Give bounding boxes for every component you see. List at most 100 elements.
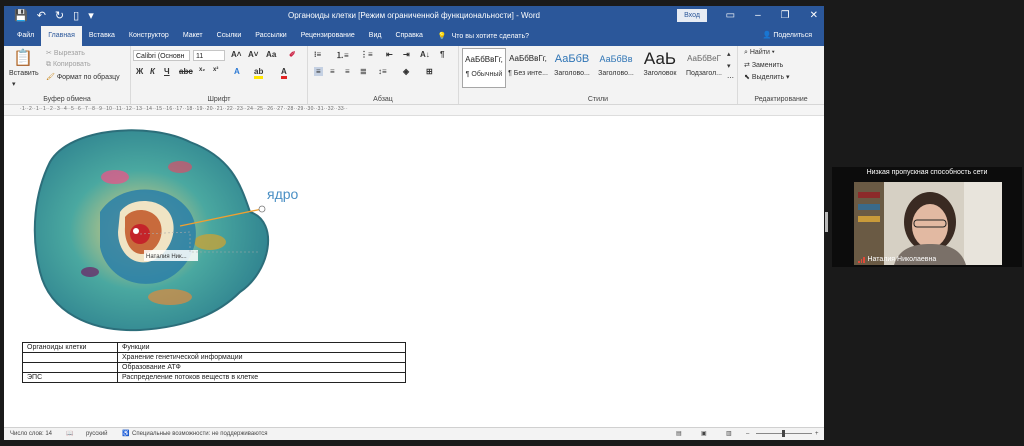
participant-label: Наталия Николаевна bbox=[858, 256, 936, 263]
style-subtitle[interactable]: АаБбВеГ Подзагол... bbox=[683, 48, 725, 86]
bold-icon[interactable]: Ж bbox=[136, 67, 143, 76]
format-painter-button[interactable]: 🖌 Формат по образцу bbox=[46, 73, 120, 81]
horizontal-ruler[interactable]: ·1··2··1··1··2··3··4··5··6··7··8··9··10·… bbox=[4, 105, 824, 116]
accessibility-icon[interactable]: ♿ bbox=[122, 428, 129, 440]
align-right-icon[interactable]: ≡ bbox=[345, 67, 350, 76]
zoom-slider-thumb[interactable] bbox=[782, 430, 785, 437]
decrease-indent-icon[interactable]: ⇤ bbox=[386, 50, 393, 59]
align-left-icon[interactable]: ≡ bbox=[314, 67, 323, 76]
font-color-icon[interactable]: A bbox=[281, 67, 287, 79]
brush-icon: 🖌 bbox=[46, 74, 57, 81]
subscript-icon[interactable]: x₂ bbox=[199, 67, 205, 73]
window-controls: ▭ – ❐ ✕ bbox=[726, 9, 818, 23]
superscript-icon[interactable]: x² bbox=[213, 67, 218, 73]
table-cell[interactable]: Распределение потоков веществ в клетке bbox=[117, 372, 406, 383]
cut-label: Вырезать bbox=[53, 50, 85, 57]
table-cell[interactable]: Образование АТФ bbox=[117, 362, 406, 373]
tab-review[interactable]: Рецензирование bbox=[294, 26, 362, 46]
share-button[interactable]: 👤 Поделиться bbox=[763, 26, 812, 46]
webcam-image bbox=[854, 182, 1002, 265]
tab-home[interactable]: Главная bbox=[41, 26, 82, 46]
table-cell[interactable]: Функции bbox=[117, 342, 406, 353]
word-count[interactable]: Число слов: 14 bbox=[10, 428, 52, 440]
paste-button[interactable]: Вставить bbox=[9, 70, 39, 77]
align-center-icon[interactable]: ≡ bbox=[330, 67, 335, 76]
close-icon[interactable]: ✕ bbox=[810, 9, 818, 23]
style-name: Подзагол... bbox=[685, 70, 722, 77]
proofing-icon[interactable]: 📖 bbox=[66, 428, 73, 440]
text-effects-icon[interactable]: A bbox=[234, 67, 240, 76]
tell-me-box[interactable]: 💡 Что вы хотите сделать? bbox=[430, 32, 529, 41]
paste-icon[interactable]: 📋 bbox=[13, 48, 33, 68]
scissors-icon: ✂ bbox=[46, 50, 54, 57]
bullets-icon[interactable]: ⁝≡ bbox=[314, 50, 321, 59]
multilevel-list-icon[interactable]: ⋮≡ bbox=[360, 50, 373, 59]
web-layout-icon[interactable]: ▥ bbox=[726, 428, 732, 440]
styles-scroll-down-icon[interactable]: ▾ bbox=[727, 62, 731, 70]
tab-insert[interactable]: Вставка bbox=[82, 26, 122, 46]
styles-more-icon[interactable]: ⋯ bbox=[727, 74, 734, 82]
style-no-spacing[interactable]: АаБбВвГг, ¶ Без инте... bbox=[507, 48, 549, 86]
select-button[interactable]: ⬉ Выделить ▾ bbox=[744, 73, 790, 81]
underline-icon[interactable]: Ч bbox=[164, 67, 170, 76]
clear-formatting-icon[interactable]: ✐ bbox=[289, 50, 296, 59]
zoom-in-icon[interactable]: + bbox=[815, 428, 819, 440]
change-case-icon[interactable]: Аа bbox=[266, 50, 276, 59]
style-heading-2[interactable]: АаБбВв Заголово... bbox=[595, 48, 637, 86]
document-page[interactable]: Наталия Ник... ядро Органоиды клетки Фун… bbox=[4, 116, 824, 428]
table-cell[interactable]: ЭПС bbox=[22, 372, 118, 383]
tab-references[interactable]: Ссылки bbox=[210, 26, 249, 46]
style-preview: АаБбВвГг, bbox=[509, 54, 547, 63]
sort-icon[interactable]: A↓ bbox=[420, 50, 430, 59]
style-normal[interactable]: АаБбВвГг, ¶ Обычный bbox=[462, 48, 506, 88]
participant-video[interactable]: Наталия Николаевна bbox=[854, 182, 1002, 265]
style-name: ¶ Без инте... bbox=[508, 70, 548, 77]
find-button[interactable]: ⌕ Найти ▾ bbox=[744, 49, 775, 57]
font-group: Calibri (Основн 11 A˄ A˅ Аа ✐ Ж К Ч abc … bbox=[131, 46, 308, 104]
grow-font-icon[interactable]: A˄ bbox=[231, 50, 241, 59]
highlight-icon[interactable]: ab bbox=[254, 67, 264, 79]
format-painter-label: Формат по образцу bbox=[56, 74, 120, 81]
increase-indent-icon[interactable]: ⇥ bbox=[403, 50, 410, 59]
table-cell[interactable]: Хранение генетической информации bbox=[117, 352, 406, 363]
language-indicator[interactable]: русский bbox=[86, 428, 108, 440]
copy-button[interactable]: ⧉ Копировать bbox=[46, 61, 91, 69]
read-mode-icon[interactable]: ▤ bbox=[676, 428, 682, 440]
style-name: Заголово... bbox=[598, 70, 634, 77]
table-cell[interactable] bbox=[22, 362, 118, 373]
paste-dropdown-icon[interactable]: ▾ bbox=[12, 80, 16, 88]
strikethrough-icon[interactable]: abc bbox=[179, 67, 193, 76]
numbering-icon[interactable]: ⒈≡ bbox=[336, 50, 349, 61]
style-heading-1[interactable]: АаБбВ Заголово... bbox=[551, 48, 593, 86]
styles-scroll-up-icon[interactable]: ▴ bbox=[727, 50, 731, 58]
accessibility-status[interactable]: Специальные возможности: не поддерживают… bbox=[132, 428, 268, 440]
table-row: Хранение генетической информации bbox=[22, 352, 406, 363]
justify-icon[interactable]: ≣ bbox=[360, 67, 367, 76]
cut-button[interactable]: ✂ Вырезать bbox=[46, 49, 85, 57]
tab-layout[interactable]: Макет bbox=[176, 26, 210, 46]
tab-design[interactable]: Конструктор bbox=[122, 26, 176, 46]
shading-icon[interactable]: ◈ bbox=[403, 67, 409, 76]
tab-view[interactable]: Вид bbox=[362, 26, 389, 46]
tab-file[interactable]: Файл bbox=[10, 26, 41, 46]
maximize-icon[interactable]: ❐ bbox=[781, 9, 790, 23]
minimize-icon[interactable]: – bbox=[755, 9, 761, 23]
shrink-font-icon[interactable]: A˅ bbox=[248, 50, 258, 59]
tab-help[interactable]: Справка bbox=[388, 26, 429, 46]
borders-icon[interactable]: ⊞ bbox=[426, 67, 433, 76]
print-layout-icon[interactable]: ▣ bbox=[701, 428, 707, 440]
zoom-out-icon[interactable]: – bbox=[746, 428, 749, 440]
italic-icon[interactable]: К bbox=[150, 67, 155, 76]
line-spacing-icon[interactable]: ↕≡ bbox=[378, 67, 387, 76]
font-name-combo[interactable]: Calibri (Основн bbox=[133, 50, 190, 61]
ribbon-display-icon[interactable]: ▭ bbox=[726, 9, 735, 23]
tab-mailings[interactable]: Рассылки bbox=[248, 26, 293, 46]
table-cell[interactable]: Органоиды клетки bbox=[22, 342, 118, 353]
replace-button[interactable]: ⇄ Заменить bbox=[744, 61, 783, 69]
signin-button[interactable]: Вход bbox=[677, 9, 707, 22]
panel-splitter[interactable] bbox=[825, 212, 828, 232]
style-title[interactable]: АаЬ Заголовок bbox=[639, 48, 681, 86]
show-marks-icon[interactable]: ¶ bbox=[440, 50, 444, 59]
table-cell[interactable] bbox=[22, 352, 118, 363]
font-size-combo[interactable]: 11 bbox=[193, 50, 225, 61]
